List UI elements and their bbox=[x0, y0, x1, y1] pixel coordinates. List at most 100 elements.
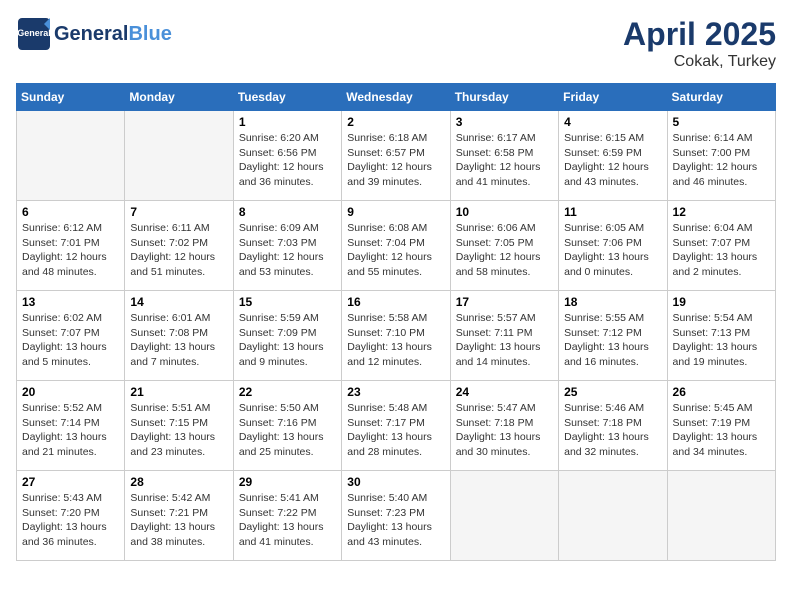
week-row-2: 6 Sunrise: 6:12 AM Sunset: 7:01 PM Daylig… bbox=[17, 201, 776, 291]
calendar-cell: 30 Sunrise: 5:40 AM Sunset: 7:23 PM Dayli… bbox=[342, 471, 450, 561]
calendar-cell: 28Sunrise: 5:42 AM Sunset: 7:21 PM Dayli… bbox=[125, 471, 233, 561]
logo-icon: General bbox=[16, 16, 52, 52]
day-number: 25 bbox=[564, 385, 661, 399]
calendar-cell: 14 Sunrise: 6:01 AM Sunset: 7:08 PM Dayli… bbox=[125, 291, 233, 381]
day-info: Sunrise: 6:05 AM Sunset: 7:06 PM Dayligh… bbox=[564, 221, 661, 280]
day-number: 26 bbox=[673, 385, 770, 399]
calendar-cell bbox=[450, 471, 558, 561]
day-number: 23 bbox=[347, 385, 444, 399]
weekday-header-wednesday: Wednesday bbox=[342, 84, 450, 111]
day-number: 8 bbox=[239, 205, 336, 219]
day-number: 19 bbox=[673, 295, 770, 309]
calendar-table: SundayMondayTuesdayWednesdayThursdayFrid… bbox=[16, 83, 776, 561]
day-info: Sunrise: 6:09 AM Sunset: 7:03 PM Dayligh… bbox=[239, 221, 336, 280]
weekday-header-thursday: Thursday bbox=[450, 84, 558, 111]
day-info: Sunrise: 5:58 AM Sunset: 7:10 PM Dayligh… bbox=[347, 311, 444, 370]
calendar-cell: 9 Sunrise: 6:08 AM Sunset: 7:04 PM Daylig… bbox=[342, 201, 450, 291]
day-number: 15 bbox=[239, 295, 336, 309]
location-subtitle: Cokak, Turkey bbox=[623, 53, 776, 71]
calendar-cell: 29 Sunrise: 5:41 AM Sunset: 7:22 PM Dayli… bbox=[233, 471, 341, 561]
day-info: Sunrise: 6:11 AM Sunset: 7:02 PM Dayligh… bbox=[130, 221, 227, 280]
day-info: Sunrise: 6:14 AM Sunset: 7:00 PM Dayligh… bbox=[673, 131, 770, 190]
week-row-4: 20 Sunrise: 5:52 AM Sunset: 7:14 PM Dayli… bbox=[17, 381, 776, 471]
day-number: 14 bbox=[130, 295, 227, 309]
calendar-cell: 4 Sunrise: 6:15 AM Sunset: 6:59 PM Daylig… bbox=[559, 111, 667, 201]
day-info: Sunrise: 5:40 AM Sunset: 7:23 PM Dayligh… bbox=[347, 491, 444, 550]
day-info: Sunrise: 6:02 AM Sunset: 7:07 PM Dayligh… bbox=[22, 311, 119, 370]
day-number: 27 bbox=[22, 475, 119, 489]
day-info: Sunrise: 6:15 AM Sunset: 6:59 PM Dayligh… bbox=[564, 131, 661, 190]
calendar-cell: 22 Sunrise: 5:50 AM Sunset: 7:16 PM Dayli… bbox=[233, 381, 341, 471]
calendar-cell: 3 Sunrise: 6:17 AM Sunset: 6:58 PM Daylig… bbox=[450, 111, 558, 201]
day-info: Sunrise: 5:46 AM Sunset: 7:18 PM Dayligh… bbox=[564, 401, 661, 460]
calendar-cell: 16 Sunrise: 5:58 AM Sunset: 7:10 PM Dayli… bbox=[342, 291, 450, 381]
day-info: Sunrise: 5:43 AM Sunset: 7:20 PM Dayligh… bbox=[22, 491, 119, 550]
page-header: General GeneralBlue April 2025 Cokak, Tu… bbox=[16, 16, 776, 71]
day-number: 29 bbox=[239, 475, 336, 489]
day-number: 13 bbox=[22, 295, 119, 309]
day-info: Sunrise: 6:18 AM Sunset: 6:57 PM Dayligh… bbox=[347, 131, 444, 190]
calendar-cell: 23Sunrise: 5:48 AM Sunset: 7:17 PM Dayli… bbox=[342, 381, 450, 471]
day-info: Sunrise: 5:41 AM Sunset: 7:22 PM Dayligh… bbox=[239, 491, 336, 550]
calendar-cell: 13 Sunrise: 6:02 AM Sunset: 7:07 PM Dayli… bbox=[17, 291, 125, 381]
day-number: 16 bbox=[347, 295, 444, 309]
month-year-title: April 2025 bbox=[623, 16, 776, 53]
day-number: 2 bbox=[347, 115, 444, 129]
week-row-5: 27 Sunrise: 5:43 AM Sunset: 7:20 PM Dayli… bbox=[17, 471, 776, 561]
week-row-3: 13 Sunrise: 6:02 AM Sunset: 7:07 PM Dayli… bbox=[17, 291, 776, 381]
day-number: 10 bbox=[456, 205, 553, 219]
day-info: Sunrise: 6:08 AM Sunset: 7:04 PM Dayligh… bbox=[347, 221, 444, 280]
day-number: 4 bbox=[564, 115, 661, 129]
weekday-header-friday: Friday bbox=[559, 84, 667, 111]
weekday-header-tuesday: Tuesday bbox=[233, 84, 341, 111]
calendar-cell: 7 Sunrise: 6:11 AM Sunset: 7:02 PM Daylig… bbox=[125, 201, 233, 291]
calendar-cell: 15Sunrise: 5:59 AM Sunset: 7:09 PM Dayli… bbox=[233, 291, 341, 381]
day-info: Sunrise: 5:55 AM Sunset: 7:12 PM Dayligh… bbox=[564, 311, 661, 370]
day-info: Sunrise: 5:52 AM Sunset: 7:14 PM Dayligh… bbox=[22, 401, 119, 460]
day-number: 12 bbox=[673, 205, 770, 219]
calendar-cell: 1 Sunrise: 6:20 AM Sunset: 6:56 PM Daylig… bbox=[233, 111, 341, 201]
calendar-cell: 25 Sunrise: 5:46 AM Sunset: 7:18 PM Dayli… bbox=[559, 381, 667, 471]
day-info: Sunrise: 5:50 AM Sunset: 7:16 PM Dayligh… bbox=[239, 401, 336, 460]
calendar-cell: 24 Sunrise: 5:47 AM Sunset: 7:18 PM Dayli… bbox=[450, 381, 558, 471]
day-number: 3 bbox=[456, 115, 553, 129]
calendar-cell bbox=[125, 111, 233, 201]
day-number: 6 bbox=[22, 205, 119, 219]
day-info: Sunrise: 5:47 AM Sunset: 7:18 PM Dayligh… bbox=[456, 401, 553, 460]
day-number: 22 bbox=[239, 385, 336, 399]
calendar-cell: 5 Sunrise: 6:14 AM Sunset: 7:00 PM Daylig… bbox=[667, 111, 775, 201]
calendar-cell: 10 Sunrise: 6:06 AM Sunset: 7:05 PM Dayli… bbox=[450, 201, 558, 291]
day-number: 11 bbox=[564, 205, 661, 219]
day-number: 1 bbox=[239, 115, 336, 129]
calendar-cell bbox=[559, 471, 667, 561]
day-number: 5 bbox=[673, 115, 770, 129]
day-number: 18 bbox=[564, 295, 661, 309]
week-row-1: 1 Sunrise: 6:20 AM Sunset: 6:56 PM Daylig… bbox=[17, 111, 776, 201]
day-number: 20 bbox=[22, 385, 119, 399]
day-info: Sunrise: 6:20 AM Sunset: 6:56 PM Dayligh… bbox=[239, 131, 336, 190]
calendar-cell: 26Sunrise: 5:45 AM Sunset: 7:19 PM Dayli… bbox=[667, 381, 775, 471]
day-info: Sunrise: 6:12 AM Sunset: 7:01 PM Dayligh… bbox=[22, 221, 119, 280]
calendar-cell: 12Sunrise: 6:04 AM Sunset: 7:07 PM Dayli… bbox=[667, 201, 775, 291]
calendar-cell: 2 Sunrise: 6:18 AM Sunset: 6:57 PM Daylig… bbox=[342, 111, 450, 201]
calendar-cell: 6 Sunrise: 6:12 AM Sunset: 7:01 PM Daylig… bbox=[17, 201, 125, 291]
logo: General GeneralBlue bbox=[16, 16, 172, 52]
weekday-header-saturday: Saturday bbox=[667, 84, 775, 111]
day-info: Sunrise: 6:06 AM Sunset: 7:05 PM Dayligh… bbox=[456, 221, 553, 280]
weekday-header-row: SundayMondayTuesdayWednesdayThursdayFrid… bbox=[17, 84, 776, 111]
day-number: 30 bbox=[347, 475, 444, 489]
day-info: Sunrise: 6:17 AM Sunset: 6:58 PM Dayligh… bbox=[456, 131, 553, 190]
title-block: April 2025 Cokak, Turkey bbox=[623, 16, 776, 71]
weekday-header-sunday: Sunday bbox=[17, 84, 125, 111]
day-number: 7 bbox=[130, 205, 227, 219]
calendar-cell: 11 Sunrise: 6:05 AM Sunset: 7:06 PM Dayli… bbox=[559, 201, 667, 291]
calendar-cell: 18 Sunrise: 5:55 AM Sunset: 7:12 PM Dayli… bbox=[559, 291, 667, 381]
day-info: Sunrise: 5:51 AM Sunset: 7:15 PM Dayligh… bbox=[130, 401, 227, 460]
calendar-cell: 21Sunrise: 5:51 AM Sunset: 7:15 PM Dayli… bbox=[125, 381, 233, 471]
day-info: Sunrise: 5:57 AM Sunset: 7:11 PM Dayligh… bbox=[456, 311, 553, 370]
day-number: 9 bbox=[347, 205, 444, 219]
svg-text:General: General bbox=[17, 28, 51, 38]
day-number: 24 bbox=[456, 385, 553, 399]
day-info: Sunrise: 6:01 AM Sunset: 7:08 PM Dayligh… bbox=[130, 311, 227, 370]
calendar-cell: 17Sunrise: 5:57 AM Sunset: 7:11 PM Dayli… bbox=[450, 291, 558, 381]
